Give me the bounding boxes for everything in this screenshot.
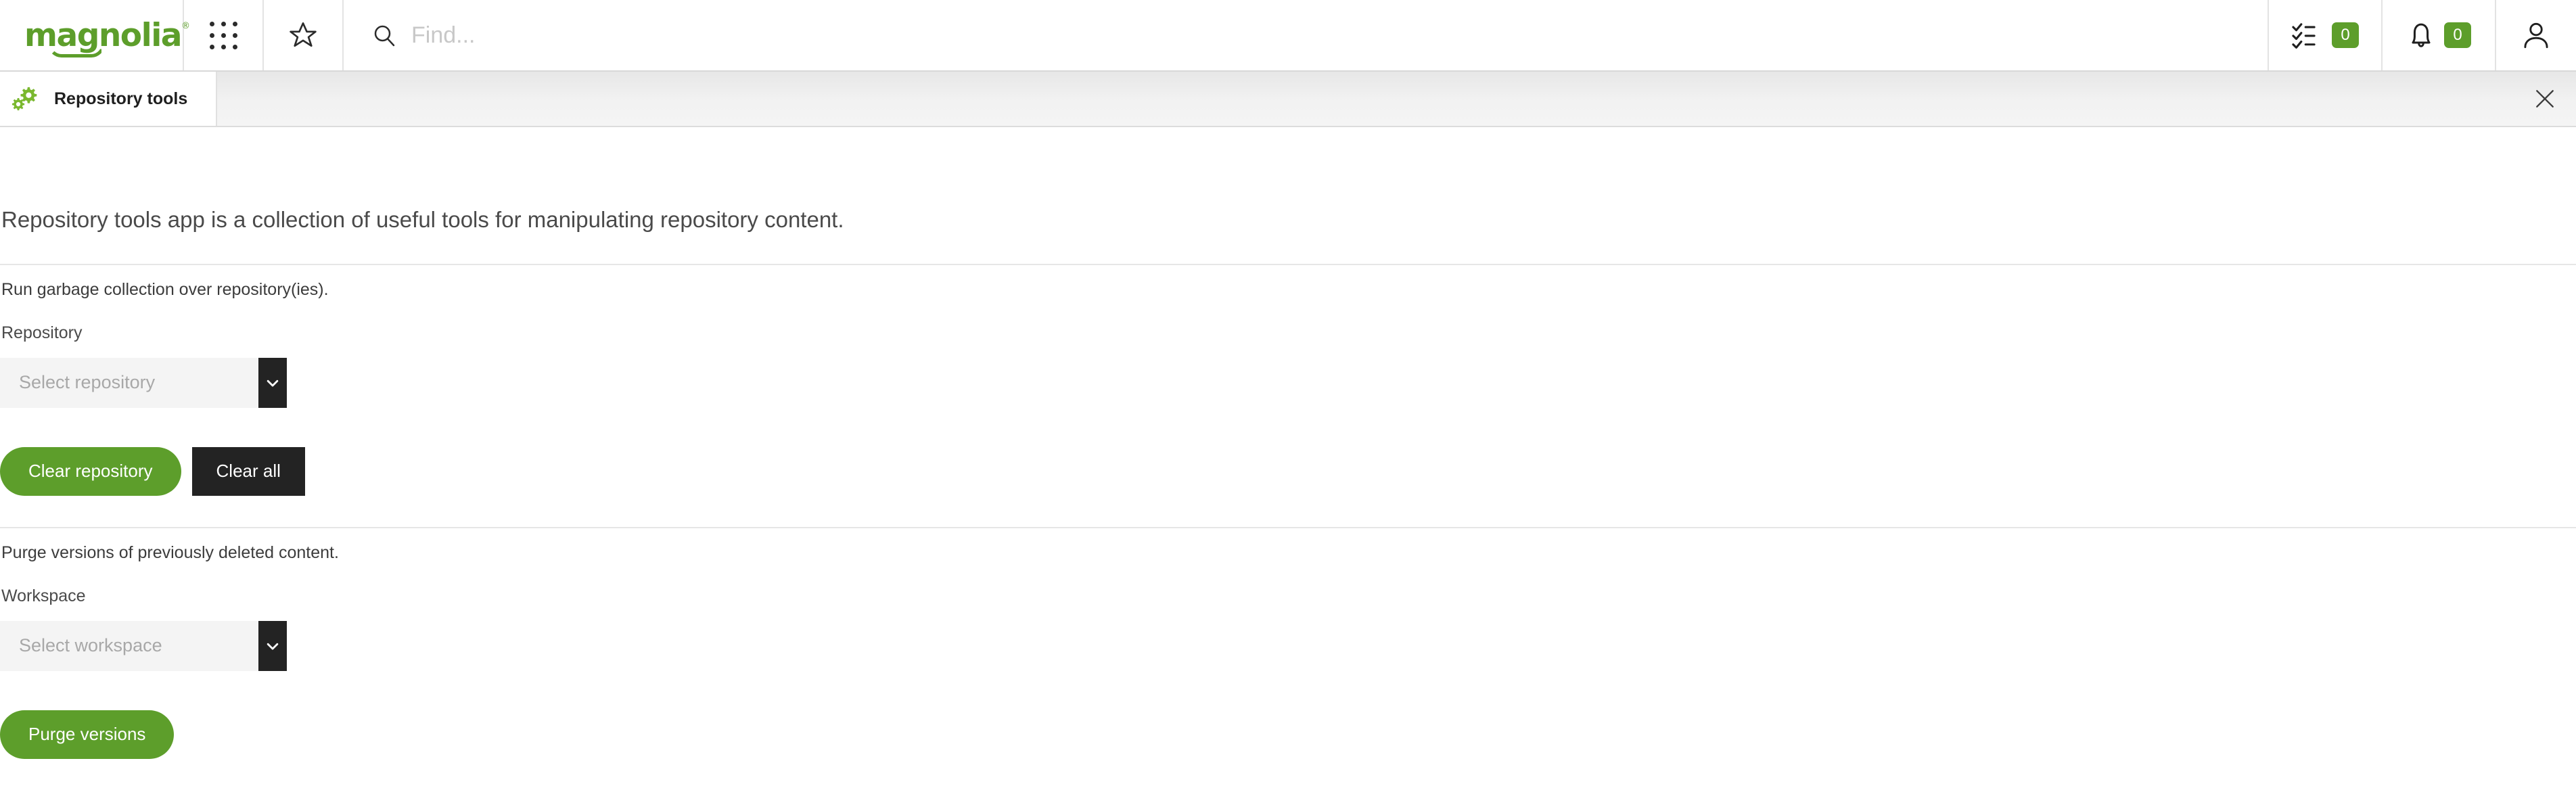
app-launcher-button[interactable] [184,0,264,70]
tab-close-button[interactable] [2514,72,2576,126]
user-avatar-icon [2524,22,2548,49]
repository-select-input[interactable] [0,357,258,408]
notifications-badge: 0 [2444,22,2471,48]
main-content: Repository tools app is a collection of … [0,127,2576,759]
logo-swoosh [48,44,105,57]
chevron-down-icon [267,379,279,387]
section-title-purge-versions: Purge versions of previously deleted con… [1,542,339,562]
user-menu-button[interactable] [2496,0,2576,70]
tab-label: Repository tools [54,89,188,108]
star-icon [290,22,317,47]
favorites-button[interactable] [264,0,344,70]
tasks-button[interactable]: 0 [2269,0,2383,70]
workspace-field-label: Workspace [1,586,86,605]
chevron-down-icon [267,643,279,650]
tasks-badge: 0 [2332,22,2359,48]
search-icon [374,25,395,47]
repository-field-label: Repository [1,323,83,342]
purge-versions-actions: Purge versions [0,710,2576,759]
logo-registered-mark: ® [181,20,191,31]
search-input[interactable] [411,22,952,49]
repository-select-toggle[interactable] [258,357,287,408]
bell-icon [2412,23,2431,47]
workspace-select-input[interactable] [0,620,258,671]
repository-select[interactable] [0,357,287,408]
garbage-collection-actions: Clear repository Clear all [0,446,2576,496]
tasks-checklist-icon [2292,23,2316,49]
tab-bar: Repository tools [0,72,2576,127]
app-description: Repository tools app is a collection of … [1,207,844,232]
clear-all-button[interactable]: Clear all [191,446,305,496]
gears-icon [12,87,37,111]
app-grid-icon [209,21,237,49]
app-header: magnolia ® 0 [0,0,2576,72]
tab-repository-tools[interactable]: Repository tools [0,72,218,126]
logo-wrap: magnolia ® [24,20,190,57]
clear-repository-button[interactable]: Clear repository [0,446,181,496]
magnolia-logo[interactable]: magnolia ® [0,0,190,70]
notifications-button[interactable]: 0 [2383,0,2496,70]
close-icon [2536,90,2554,108]
search-bar[interactable] [344,0,2269,70]
purge-versions-button[interactable]: Purge versions [0,710,175,759]
workspace-select-toggle[interactable] [258,620,287,671]
workspace-select[interactable] [0,620,287,671]
section-title-garbage-collection: Run garbage collection over repository(i… [1,279,329,299]
